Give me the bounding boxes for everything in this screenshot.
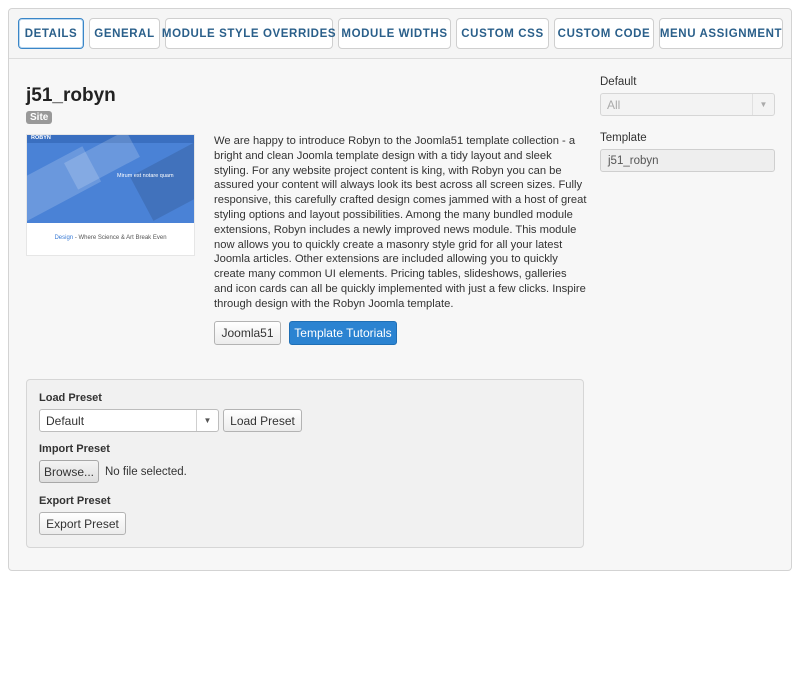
- default-select-value: All: [607, 97, 621, 112]
- tab-general[interactable]: General: [89, 18, 160, 49]
- template-style-panel: Details General Module Style Overrides M…: [8, 8, 792, 571]
- thumbnail-logo: ROBYN: [31, 135, 51, 141]
- tab-custom-css[interactable]: Custom CSS: [456, 18, 549, 49]
- thumbnail-caption-rest: - Where Science & Art Break Even: [73, 235, 167, 241]
- tab-module-style-overrides[interactable]: Module Style Overrides: [162, 18, 336, 49]
- chevron-down-icon: ▼: [752, 94, 774, 115]
- joomla51-button[interactable]: Joomla51: [214, 321, 281, 345]
- load-preset-button[interactable]: Load Preset: [223, 409, 302, 432]
- template-description: We are happy to introduce Robyn to the J…: [214, 135, 587, 310]
- template-readonly-field: j51_robyn: [600, 149, 775, 172]
- thumbnail-hero-image: ROBYN Mirum est notare quam: [27, 135, 194, 223]
- template-tutorials-button[interactable]: Template Tutorials: [289, 321, 397, 345]
- load-preset-select[interactable]: Default ▼: [39, 409, 219, 432]
- template-label: Template: [600, 132, 647, 144]
- template-thumbnail: ROBYN Mirum est notare quam Design - Whe…: [26, 134, 195, 256]
- default-label: Default: [600, 76, 637, 88]
- thumbnail-tile: [64, 135, 140, 190]
- chevron-down-icon[interactable]: ▼: [196, 410, 218, 431]
- thumbnail-tile: [129, 139, 194, 221]
- tab-module-widths[interactable]: Module Widths: [338, 18, 451, 49]
- template-title: j51_robyn: [26, 85, 116, 106]
- tab-custom-code[interactable]: Custom Code: [554, 18, 654, 49]
- tab-menu-assignment[interactable]: Menu Assignment: [659, 18, 783, 49]
- thumbnail-hero-text: Mirum est notare quam: [117, 173, 174, 179]
- browse-button[interactable]: Browse...: [39, 460, 99, 483]
- details-content: j51_robyn Site ROBYN Mirum est notare qu…: [9, 59, 791, 570]
- export-preset-label: Export Preset: [39, 495, 111, 507]
- thumbnail-caption: Design - Where Science & Art Break Even: [27, 235, 194, 241]
- file-status-text: No file selected.: [105, 466, 187, 478]
- tab-bar: Details General Module Style Overrides M…: [9, 9, 791, 59]
- tab-details[interactable]: Details: [18, 18, 84, 49]
- preset-box: Load Preset Default ▼ Load Preset Import…: [26, 379, 584, 548]
- load-preset-value: Default: [46, 413, 85, 428]
- site-badge: Site: [26, 111, 53, 124]
- default-select: All ▼: [600, 93, 775, 116]
- load-preset-label: Load Preset: [39, 392, 102, 404]
- template-field-value: j51_robyn: [608, 154, 659, 167]
- export-preset-button[interactable]: Export Preset: [39, 512, 126, 535]
- import-preset-label: Import Preset: [39, 443, 110, 455]
- thumbnail-caption-highlight: Design: [54, 235, 74, 241]
